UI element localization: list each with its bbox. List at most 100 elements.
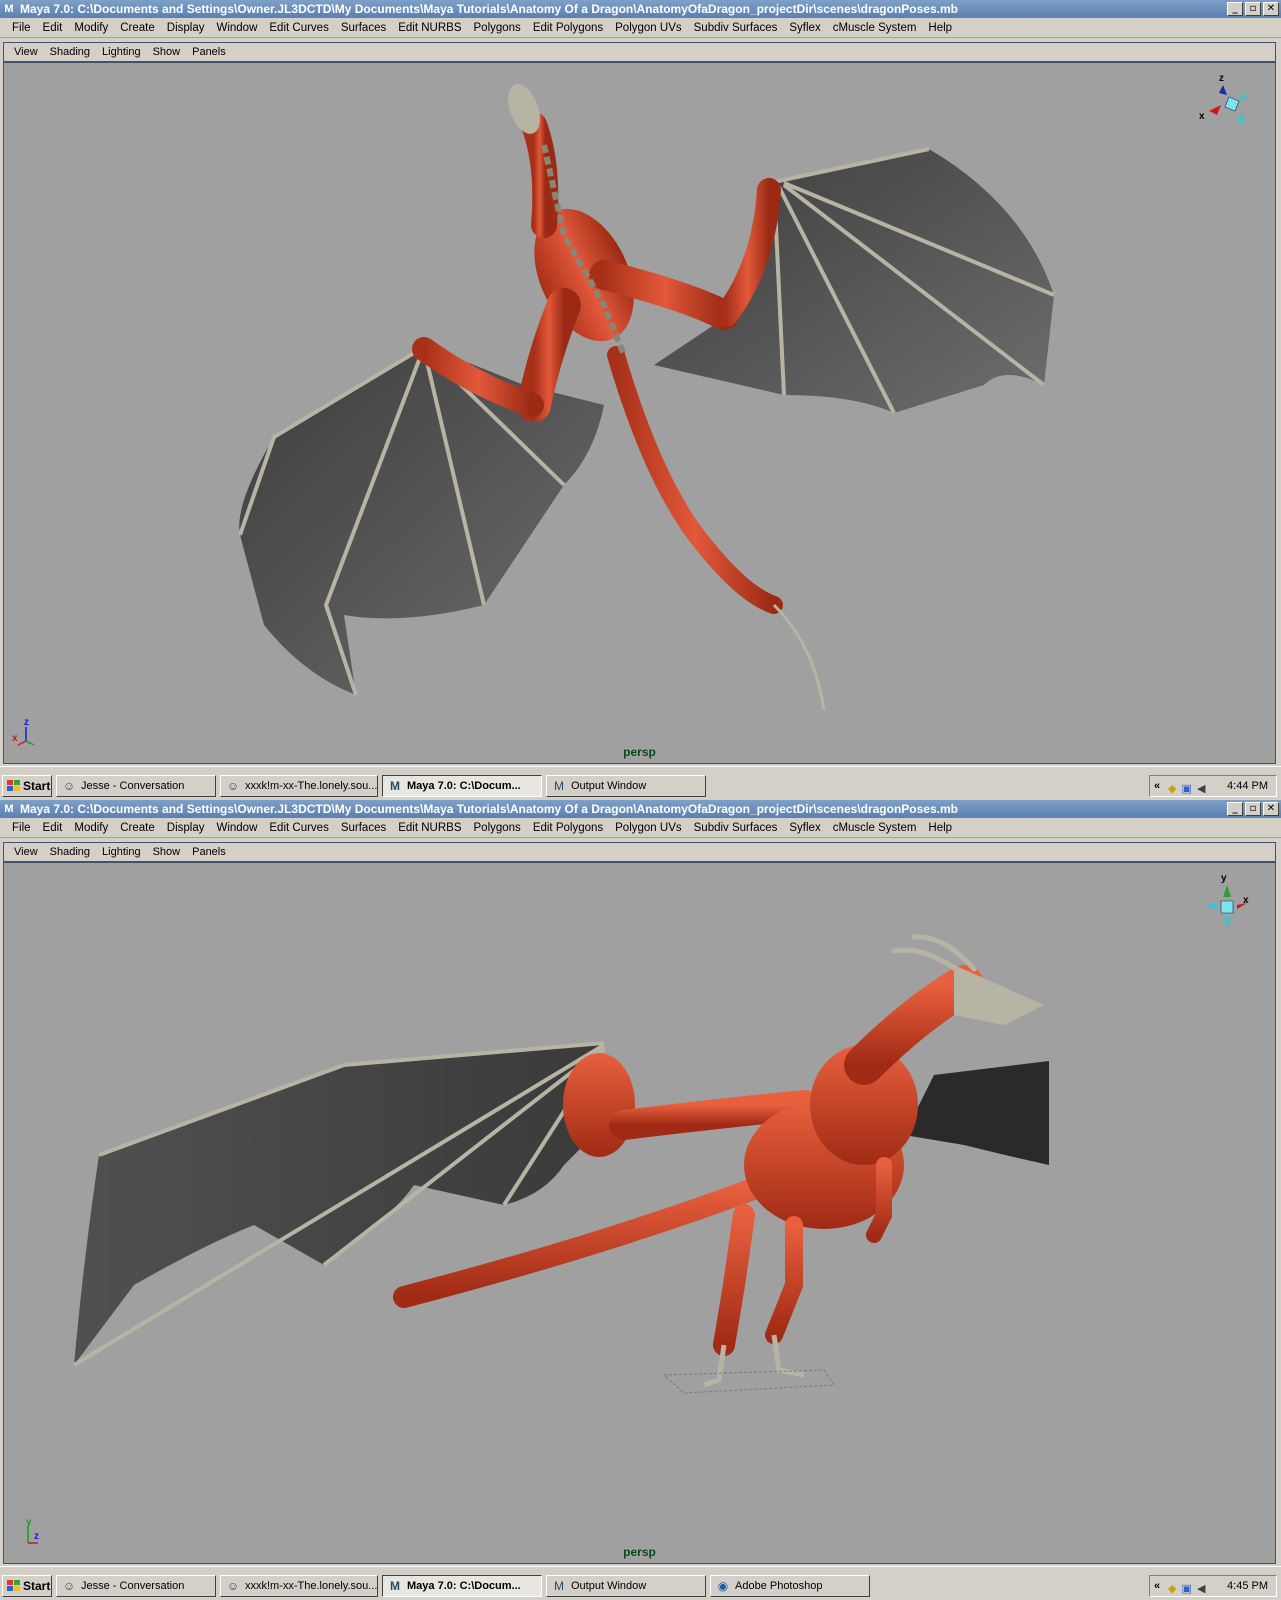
menu-surfaces[interactable]: Surfaces (335, 18, 392, 38)
window-controls: _ ▫ ✕ (1227, 2, 1279, 16)
viewport-panel-wrapper: View Shading Lighting Show Panels (0, 40, 1281, 766)
screenshot-bottom: M Maya 7.0: C:\Documents and Settings\Ow… (0, 800, 1281, 1600)
menu-create[interactable]: Create (114, 818, 161, 838)
view-cube[interactable]: z x (1199, 73, 1255, 133)
system-tray: « ◆ ▣ ◀ 4:44 PM (1149, 775, 1277, 797)
maya-icon: M (554, 1579, 564, 1593)
menu-cmuscle-system[interactable]: cMuscle System (827, 818, 923, 838)
view-cube[interactable]: y x (1199, 873, 1255, 933)
menu-modify[interactable]: Modify (68, 18, 114, 38)
menu-subdiv-surfaces[interactable]: Subdiv Surfaces (688, 18, 784, 38)
menu-help[interactable]: Help (922, 18, 958, 38)
menu-polygon-uvs[interactable]: Polygon UVs (609, 818, 687, 838)
panel-menu-shading[interactable]: Shading (44, 42, 96, 62)
menu-syflex[interactable]: Syflex (783, 18, 826, 38)
menu-window[interactable]: Window (210, 18, 263, 38)
viewport-panel-wrapper: View Shading Lighting Show Panels (0, 840, 1281, 1566)
menu-polygon-uvs[interactable]: Polygon UVs (609, 18, 687, 38)
menu-subdiv-surfaces[interactable]: Subdiv Surfaces (688, 818, 784, 838)
task-label: Maya 7.0: C:\Docum... (407, 780, 521, 792)
restore-button[interactable]: ▫ (1245, 2, 1261, 16)
main-menubar: File Edit Modify Create Display Window E… (0, 18, 1281, 38)
dragon-neck (521, 112, 559, 238)
close-button[interactable]: ✕ (1263, 2, 1279, 16)
taskbar-item-output-window[interactable]: M Output Window (546, 1575, 706, 1597)
menu-file[interactable]: File (6, 818, 37, 838)
viewport-panel: View Shading Lighting Show Panels (3, 842, 1276, 1564)
menu-window[interactable]: Window (210, 818, 263, 838)
panel-menu-show[interactable]: Show (147, 842, 187, 862)
tray-clock[interactable]: 4:45 PM (1227, 1576, 1268, 1596)
menu-help[interactable]: Help (922, 818, 958, 838)
windows-logo-icon (7, 780, 20, 791)
menu-surfaces[interactable]: Surfaces (335, 818, 392, 838)
menu-create[interactable]: Create (114, 18, 161, 38)
menu-modify[interactable]: Modify (68, 818, 114, 838)
panel-menu-show[interactable]: Show (147, 42, 187, 62)
menu-edit-curves[interactable]: Edit Curves (263, 818, 334, 838)
menu-edit-polygons[interactable]: Edit Polygons (527, 18, 609, 38)
restore-button[interactable]: ▫ (1245, 802, 1261, 816)
dragon-head (954, 965, 1044, 1025)
window-titlebar[interactable]: M Maya 7.0: C:\Documents and Settings\Ow… (0, 800, 1281, 818)
network-icon[interactable]: ▣ (1182, 1583, 1193, 1595)
menu-syflex[interactable]: Syflex (783, 818, 826, 838)
menu-cmuscle-system[interactable]: cMuscle System (827, 18, 923, 38)
tray-expand-button[interactable]: « (1154, 776, 1160, 796)
taskbar-item-jesse-conversation[interactable]: ☺ Jesse - Conversation (56, 775, 216, 797)
maya-icon: M (4, 803, 14, 815)
security-shield-icon[interactable]: ◆ (1168, 783, 1177, 795)
network-icon[interactable]: ▣ (1182, 783, 1193, 795)
panel-menu-lighting[interactable]: Lighting (96, 842, 147, 862)
task-label: xxxk!m-xx-The.lonely.sou... (245, 780, 378, 792)
tray-clock[interactable]: 4:44 PM (1227, 776, 1268, 796)
menu-display[interactable]: Display (161, 18, 211, 38)
security-shield-icon[interactable]: ◆ (1168, 1583, 1177, 1595)
window-controls: _ ▫ ✕ (1227, 802, 1279, 816)
task-label: Output Window (571, 780, 647, 792)
camera-name-label: persp (623, 745, 656, 759)
taskbar-item-output-window[interactable]: M Output Window (546, 775, 706, 797)
taskbar-item-maya[interactable]: M Maya 7.0: C:\Docum... (382, 1575, 542, 1597)
volume-icon[interactable]: ◀ (1197, 783, 1206, 795)
view-cube-icon (1205, 885, 1247, 927)
panel-menu-shading[interactable]: Shading (44, 842, 96, 862)
start-button[interactable]: Start (2, 1575, 52, 1597)
taskbar-item-maya[interactable]: M Maya 7.0: C:\Docum... (382, 775, 542, 797)
taskbar-item-lonely-soul[interactable]: ☺ xxxk!m-xx-The.lonely.sou... (220, 1575, 378, 1597)
menu-edit-nurbs[interactable]: Edit NURBS (392, 818, 467, 838)
hind-leg (713, 1204, 755, 1356)
menu-edit[interactable]: Edit (37, 818, 69, 838)
menu-edit[interactable]: Edit (37, 18, 69, 38)
volume-icon[interactable]: ◀ (1197, 1583, 1206, 1595)
dragon-topdown-render (238, 84, 1055, 711)
panel-menu-view[interactable]: View (8, 42, 44, 62)
window-title: Maya 7.0: C:\Documents and Settings\Owne… (20, 2, 958, 16)
panel-menu-panels[interactable]: Panels (186, 42, 232, 62)
menu-edit-nurbs[interactable]: Edit NURBS (392, 18, 467, 38)
minimize-button[interactable]: _ (1227, 802, 1243, 816)
start-button[interactable]: Start (2, 775, 52, 797)
perspective-viewport[interactable]: z x z x persp (4, 65, 1275, 763)
menu-edit-curves[interactable]: Edit Curves (263, 18, 334, 38)
menu-polygons[interactable]: Polygons (468, 18, 527, 38)
close-button[interactable]: ✕ (1263, 802, 1279, 816)
menu-edit-polygons[interactable]: Edit Polygons (527, 818, 609, 838)
perspective-viewport[interactable]: y x y z persp (4, 865, 1275, 1563)
menu-display[interactable]: Display (161, 818, 211, 838)
window-titlebar[interactable]: M Maya 7.0: C:\Documents and Settings\Ow… (0, 0, 1281, 18)
taskbar-item-jesse-conversation[interactable]: ☺ Jesse - Conversation (56, 1575, 216, 1597)
photoshop-icon: ◉ (717, 1579, 729, 1593)
taskbar-item-lonely-soul[interactable]: ☺ xxxk!m-xx-The.lonely.sou... (220, 775, 378, 797)
panel-menu-view[interactable]: View (8, 842, 44, 862)
windows-logo-icon (7, 1580, 20, 1591)
taskbar-item-adobe-photoshop[interactable]: ◉ Adobe Photoshop (710, 1575, 870, 1597)
minimize-button[interactable]: _ (1227, 2, 1243, 16)
dragon-tail (393, 1174, 775, 1308)
menu-file[interactable]: File (6, 18, 37, 38)
panel-menu-lighting[interactable]: Lighting (96, 42, 147, 62)
task-label: Output Window (571, 1580, 647, 1592)
tray-expand-button[interactable]: « (1154, 1576, 1160, 1596)
menu-polygons[interactable]: Polygons (468, 818, 527, 838)
panel-menu-panels[interactable]: Panels (186, 842, 232, 862)
